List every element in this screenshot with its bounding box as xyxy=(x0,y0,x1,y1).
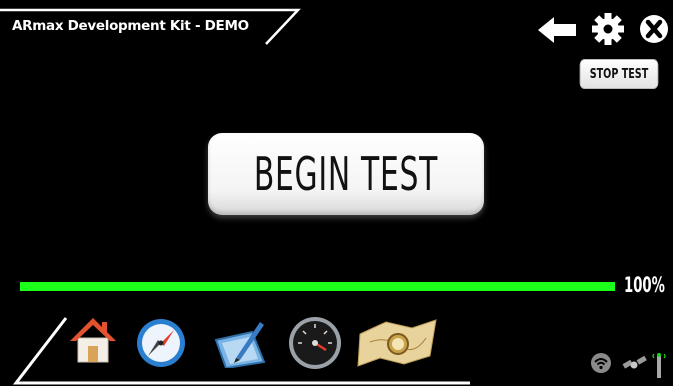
begin-test-button[interactable]: BEGIN TEST xyxy=(208,133,484,215)
satellite-icon xyxy=(622,355,647,369)
home-icon[interactable] xyxy=(68,314,118,366)
app-title: ARmax Development Kit - DEMO xyxy=(12,18,249,34)
compass-icon[interactable] xyxy=(136,318,186,368)
wifi-icon xyxy=(591,353,611,373)
map-icon[interactable] xyxy=(356,318,440,368)
close-icon[interactable] xyxy=(639,14,669,44)
back-arrow-icon[interactable] xyxy=(536,14,578,46)
progress-percent: 100% xyxy=(624,273,665,297)
gear-icon[interactable] xyxy=(591,12,625,46)
progress-bar xyxy=(20,282,615,291)
speedometer-icon[interactable] xyxy=(288,316,342,370)
antenna-icon xyxy=(652,353,666,378)
stop-test-button[interactable]: STOP TEST xyxy=(579,59,659,89)
stop-test-label: STOP TEST xyxy=(589,66,649,82)
drawing-tablet-icon[interactable] xyxy=(212,318,268,368)
begin-test-label: BEGIN TEST xyxy=(253,147,439,201)
progress-fill xyxy=(20,282,615,291)
